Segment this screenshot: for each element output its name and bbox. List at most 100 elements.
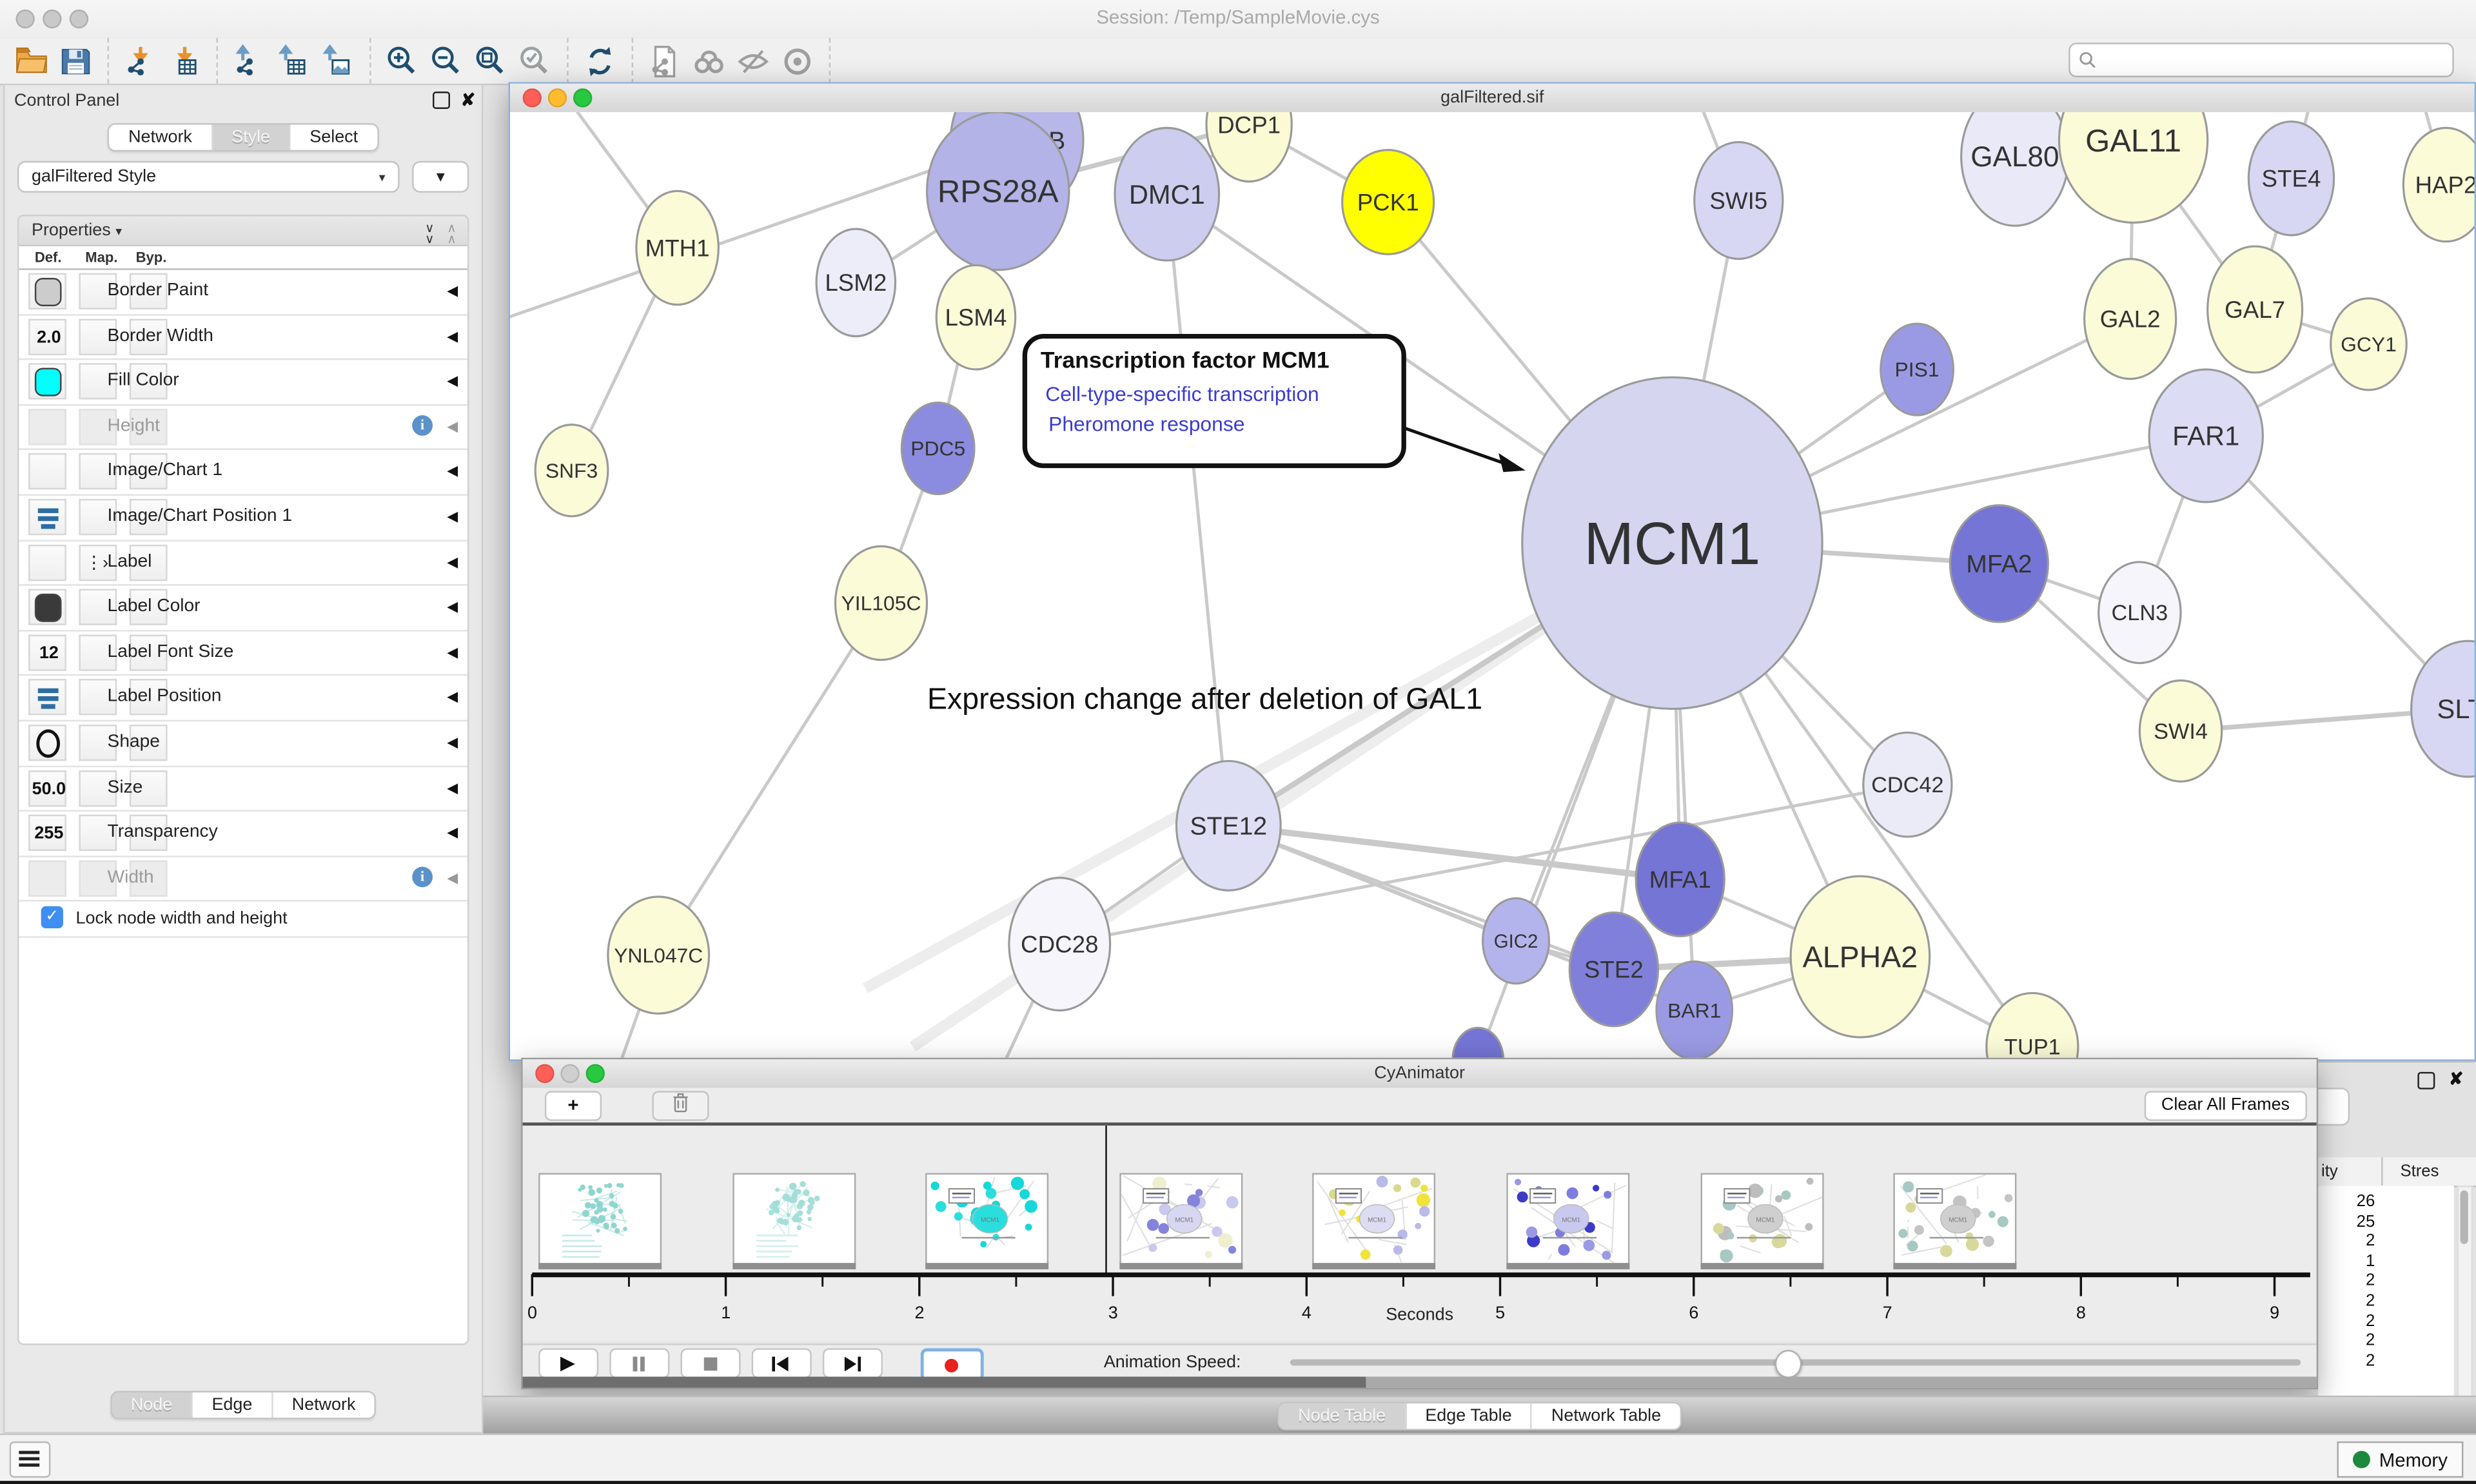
- network-edge[interactable]: [658, 603, 881, 955]
- expand-property-icon[interactable]: ◀: [447, 508, 458, 525]
- network-node-PDC5[interactable]: PDC5: [901, 402, 974, 494]
- close-panel-icon[interactable]: ✘: [461, 90, 476, 111]
- property-row-shape[interactable]: Shape◀: [19, 721, 467, 766]
- color-swatch[interactable]: [35, 594, 62, 622]
- network-file-button[interactable]: [643, 40, 687, 81]
- animation-speed-slider[interactable]: [1290, 1360, 2301, 1366]
- color-swatch[interactable]: [35, 278, 62, 306]
- network-node-RPS28A[interactable]: RPS28A: [927, 112, 1069, 270]
- info-icon[interactable]: i: [412, 415, 433, 436]
- network-node-CDC28[interactable]: CDC28: [1009, 878, 1110, 1011]
- save-session-button[interactable]: [54, 40, 98, 81]
- property-row-height[interactable]: Heighti◀: [19, 405, 467, 451]
- tab-network[interactable]: Network: [273, 1392, 375, 1418]
- table-cell[interactable]: 2: [2321, 1331, 2375, 1350]
- frame-thumbnail-5[interactable]: MCM1: [1506, 1173, 1629, 1265]
- export-image-button[interactable]: [316, 40, 360, 81]
- skip-to-start-button[interactable]: [752, 1348, 812, 1378]
- skip-to-end-button[interactable]: [823, 1348, 883, 1378]
- clear-all-frames-button[interactable]: Clear All Frames: [2144, 1091, 2307, 1121]
- network-node-YIL105C[interactable]: YIL105C: [836, 546, 927, 659]
- expand-property-icon[interactable]: ◀: [447, 734, 458, 752]
- collapse-all-icon[interactable]: ∧∧: [447, 222, 455, 244]
- network-node-GAL11[interactable]: GAL11: [2059, 112, 2207, 222]
- network-node-STE4[interactable]: STE4: [2248, 122, 2334, 235]
- cyanimator-hscrollbar[interactable]: [523, 1377, 2317, 1388]
- network-node-GAL7[interactable]: GAL7: [2208, 246, 2303, 373]
- zoom-in-button[interactable]: [380, 40, 425, 81]
- table-toolbar-button[interactable]: [2318, 1088, 2350, 1126]
- table-cell[interactable]: 26: [2321, 1192, 2375, 1211]
- frame-thumbnail-4[interactable]: MCM1: [1313, 1173, 1436, 1265]
- expand-property-icon[interactable]: ◀: [447, 870, 458, 887]
- property-row-border-paint[interactable]: Border Paint◀: [19, 270, 467, 315]
- expand-property-icon[interactable]: ◀: [447, 644, 458, 661]
- zoom-out-button[interactable]: [425, 40, 469, 81]
- search-input[interactable]: [2097, 49, 2444, 71]
- expand-property-icon[interactable]: ◀: [447, 825, 458, 842]
- table-cell[interactable]: 2: [2321, 1271, 2375, 1290]
- expand-property-icon[interactable]: ◀: [447, 463, 458, 480]
- network-node-BAR1[interactable]: BAR1: [1656, 961, 1733, 1059]
- network-node-GAL80[interactable]: GAL80: [1961, 112, 2069, 226]
- frame-thumbnail-6[interactable]: MCM1: [1700, 1173, 1823, 1265]
- network-node-YNL047C[interactable]: YNL047C: [608, 897, 709, 1013]
- expand-property-icon[interactable]: ◀: [447, 779, 458, 797]
- timeline-playhead[interactable]: [1105, 1126, 1106, 1274]
- network-node-LSM4[interactable]: LSM4: [936, 265, 1015, 369]
- property-row-transparency[interactable]: 255Transparency◀: [19, 812, 467, 857]
- property-row-size[interactable]: 50.0Size◀: [19, 766, 467, 812]
- pause-button[interactable]: [609, 1348, 669, 1378]
- zoom-fit-button[interactable]: [469, 40, 513, 81]
- table-cell[interactable]: 2: [2321, 1232, 2375, 1251]
- annotation-link[interactable]: Cell-type-specific transcription: [1045, 382, 1319, 405]
- import-network-button[interactable]: [119, 40, 163, 81]
- network-canvas[interactable]: RPS28BDCP1RPS28ADMC1PCK1MTH1LSM2LSM4SNF3…: [510, 112, 2475, 1059]
- annotation-link[interactable]: Pheromone response: [1048, 413, 1244, 436]
- open-session-button[interactable]: [10, 40, 54, 81]
- tab-edge-table[interactable]: Edge Table: [1406, 1403, 1533, 1429]
- export-network-button[interactable]: [228, 40, 272, 81]
- show-panels-button[interactable]: [10, 1441, 51, 1478]
- network-node-GAL2[interactable]: GAL2: [2085, 259, 2176, 379]
- network-node-PCK1[interactable]: PCK1: [1342, 150, 1434, 255]
- network-node-FAR1[interactable]: FAR1: [2149, 369, 2263, 502]
- network-node-SWI5[interactable]: SWI5: [1695, 142, 1783, 259]
- expand-property-icon[interactable]: ◀: [447, 327, 458, 345]
- memory-button[interactable]: Memory: [2337, 1441, 2464, 1478]
- tab-edge[interactable]: Edge: [193, 1392, 273, 1418]
- network-node-GCY1[interactable]: GCY1: [2331, 298, 2407, 390]
- tab-select[interactable]: Select: [291, 124, 377, 150]
- float-panel-icon[interactable]: [433, 92, 450, 109]
- property-row-width[interactable]: Widthi◀: [19, 857, 467, 902]
- network-node-DMC1[interactable]: DMC1: [1115, 128, 1219, 260]
- search-network-button[interactable]: [687, 40, 731, 81]
- zoom-selected-button[interactable]: [513, 40, 558, 81]
- network-node-HAP2[interactable]: HAP2: [2403, 128, 2474, 241]
- network-node-MFA2[interactable]: MFA2: [1950, 505, 2048, 622]
- network-window-titlebar[interactable]: galFiltered.sif: [510, 84, 2475, 114]
- network-node-DCP1[interactable]: DCP1: [1206, 112, 1292, 182]
- column-header[interactable]: Stres: [2400, 1162, 2439, 1180]
- network-node-STE2[interactable]: STE2: [1569, 913, 1658, 1026]
- property-row-label[interactable]: ⋮›Label◀: [19, 541, 467, 586]
- network-node-MCM1[interactable]: MCM1: [1522, 377, 1822, 708]
- property-row-fill-color[interactable]: Fill Color◀: [19, 360, 467, 405]
- annotation-box[interactable]: Transcription factor MCM1Cell-type-speci…: [1025, 337, 1525, 473]
- tab-node-table[interactable]: Node Table: [1279, 1403, 1406, 1429]
- info-icon[interactable]: i: [412, 866, 433, 887]
- import-table-button[interactable]: [162, 40, 207, 81]
- export-table-button[interactable]: [271, 40, 316, 81]
- style-options-button[interactable]: ▼: [412, 161, 469, 193]
- network-node-STE12[interactable]: STE12: [1176, 761, 1281, 890]
- color-swatch[interactable]: [35, 368, 62, 396]
- network-node-PIS1[interactable]: PIS1: [1881, 324, 1954, 415]
- network-edge[interactable]: [1167, 194, 1229, 826]
- property-row-image-chart-position-1[interactable]: Image/Chart Position 1◀: [19, 496, 467, 541]
- network-node-CDC42[interactable]: CDC42: [1863, 732, 1952, 837]
- expand-property-icon[interactable]: ◀: [447, 282, 458, 300]
- play-button[interactable]: [538, 1348, 598, 1378]
- lock-checkbox[interactable]: ✓: [41, 906, 63, 928]
- search-field[interactable]: [2068, 43, 2454, 77]
- tab-network-table[interactable]: Network Table: [1533, 1403, 1680, 1429]
